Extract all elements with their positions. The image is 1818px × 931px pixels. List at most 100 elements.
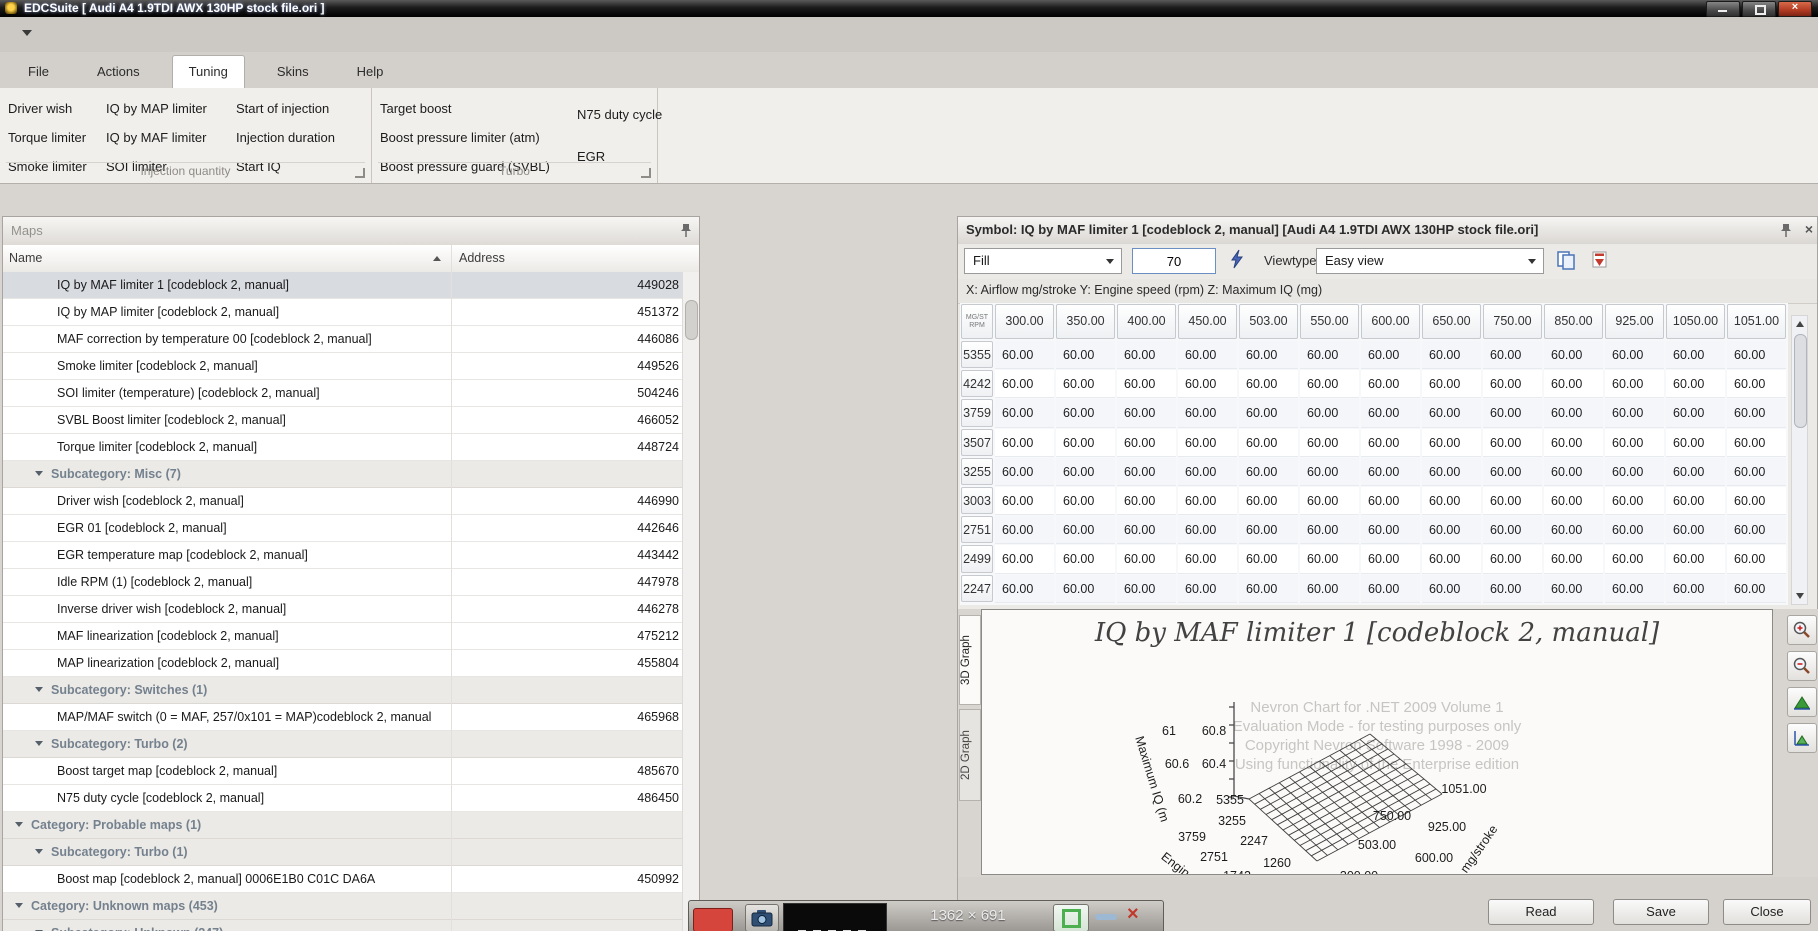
- grid-cell[interactable]: 60.00: [1117, 575, 1176, 603]
- grid-cell[interactable]: 60.00: [1727, 399, 1786, 427]
- grid-cell[interactable]: 60.00: [1239, 487, 1298, 515]
- grid-cell[interactable]: 60.00: [1605, 370, 1664, 398]
- grid-row-header[interactable]: 3759: [961, 399, 993, 426]
- grid-cell[interactable]: 60.00: [1727, 429, 1786, 457]
- expander-icon[interactable]: [35, 471, 43, 476]
- recorder-minimize-button[interactable]: [1095, 914, 1117, 920]
- grid-cell[interactable]: 60.00: [1544, 399, 1603, 427]
- grid-cell[interactable]: 60.00: [1361, 370, 1420, 398]
- record-stop-button[interactable]: [693, 908, 733, 931]
- grid-cell[interactable]: 60.00: [1300, 575, 1359, 603]
- grid-row-header[interactable]: 3255: [961, 458, 993, 485]
- map-row-category-probable-maps-1[interactable]: Category: Probable maps (1): [3, 812, 685, 839]
- grid-col-header[interactable]: 1051.00: [1727, 304, 1786, 339]
- grid-cell[interactable]: 60.00: [1605, 516, 1664, 544]
- grid-row-header[interactable]: 5355: [961, 341, 993, 368]
- grid-cell[interactable]: 60.00: [1300, 341, 1359, 369]
- grid-cell[interactable]: 60.00: [1178, 399, 1237, 427]
- grid-cell[interactable]: 60.00: [1483, 545, 1542, 573]
- grid-cell[interactable]: 60.00: [1056, 487, 1115, 515]
- grid-col-header[interactable]: 450.00: [1178, 304, 1237, 339]
- grid-cell[interactable]: 60.00: [1239, 341, 1298, 369]
- map-row-idle-rpm-1-codeblock-2-manual[interactable]: Idle RPM (1) [codeblock 2, manual]447978: [3, 569, 685, 596]
- grid-cell[interactable]: 60.00: [1361, 458, 1420, 486]
- expander-icon[interactable]: [15, 903, 23, 908]
- map-row-driver-wish-codeblock-2-manual[interactable]: Driver wish [codeblock 2, manual]446990: [3, 488, 685, 515]
- grid-cell[interactable]: 60.00: [1300, 370, 1359, 398]
- maximize-button[interactable]: [1742, 1, 1776, 17]
- grid-cell[interactable]: 60.00: [1361, 487, 1420, 515]
- map-row-n75-duty-cycle-codeblock-2-manual[interactable]: N75 duty cycle [codeblock 2, manual]4864…: [3, 785, 685, 812]
- pin-icon[interactable]: [681, 223, 691, 241]
- grid-cell[interactable]: 60.00: [995, 399, 1054, 427]
- grid-cell[interactable]: 60.00: [1056, 341, 1115, 369]
- recorder-close-button[interactable]: ×: [1127, 903, 1139, 926]
- apply-fill-button[interactable]: [1226, 248, 1252, 274]
- tab-file[interactable]: File: [12, 56, 65, 88]
- grid-cell[interactable]: 60.00: [1239, 429, 1298, 457]
- map-row-subcategory-misc-7[interactable]: Subcategory: Misc (7): [3, 461, 685, 488]
- chart-3d-surface[interactable]: IQ by MAF limiter 1 [codeblock 2, manual…: [981, 609, 1773, 875]
- grid-cell[interactable]: 60.00: [1544, 429, 1603, 457]
- grid-col-header[interactable]: 300.00: [995, 304, 1054, 339]
- map-row-torque-limiter-codeblock-2-manual[interactable]: Torque limiter [codeblock 2, manual]4487…: [3, 434, 685, 461]
- grid-cell[interactable]: 60.00: [995, 516, 1054, 544]
- grid-cell[interactable]: 60.00: [1666, 575, 1725, 603]
- grid-cell[interactable]: 60.00: [1117, 458, 1176, 486]
- grid-cell[interactable]: 60.00: [1727, 458, 1786, 486]
- grid-cell[interactable]: 60.00: [1483, 575, 1542, 603]
- fill-mode-select[interactable]: Fill: [964, 248, 1122, 274]
- ribbon-item-injection-duration[interactable]: Injection duration: [236, 126, 362, 155]
- grid-cell[interactable]: 60.00: [1300, 516, 1359, 544]
- grid-cell[interactable]: 60.00: [1422, 458, 1481, 486]
- grid-cell[interactable]: 60.00: [1666, 516, 1725, 544]
- grid-cell[interactable]: 60.00: [1727, 575, 1786, 603]
- grid-cell[interactable]: 60.00: [1605, 575, 1664, 603]
- grid-cell[interactable]: 60.00: [1178, 370, 1237, 398]
- map-row-smoke-limiter-codeblock-2-manual[interactable]: Smoke limiter [codeblock 2, manual]44952…: [3, 353, 685, 380]
- grid-cell[interactable]: 60.00: [995, 545, 1054, 573]
- map-row-iq-by-maf-limiter-1-codeblock-2-manual[interactable]: IQ by MAF limiter 1 [codeblock 2, manual…: [3, 272, 685, 299]
- grid-cell[interactable]: 60.00: [1422, 399, 1481, 427]
- grid-cell[interactable]: 60.00: [1361, 399, 1420, 427]
- chart-axes-button[interactable]: [1787, 723, 1817, 753]
- grid-cell[interactable]: 60.00: [1178, 458, 1237, 486]
- grid-cell[interactable]: 60.00: [1422, 429, 1481, 457]
- grid-cell[interactable]: 60.00: [1361, 341, 1420, 369]
- column-header-address[interactable]: Address: [459, 245, 505, 272]
- grid-cell[interactable]: 60.00: [1483, 429, 1542, 457]
- grid-cell[interactable]: 60.00: [1178, 487, 1237, 515]
- map-row-category-unknown-maps-453[interactable]: Category: Unknown maps (453): [3, 893, 685, 920]
- grid-cell[interactable]: 60.00: [995, 575, 1054, 603]
- map-row-boost-map-codeblock-2-manual-0006e1b0-c01c-da6a[interactable]: Boost map [codeblock 2, manual] 0006E1B0…: [3, 866, 685, 893]
- grid-cell[interactable]: 60.00: [1056, 545, 1115, 573]
- close-button[interactable]: ×: [1778, 1, 1812, 17]
- grid-cell[interactable]: 60.00: [1422, 370, 1481, 398]
- save-button[interactable]: Save: [1613, 899, 1709, 925]
- grid-cell[interactable]: 60.00: [1361, 575, 1420, 603]
- grid-row-header[interactable]: 3003: [961, 487, 993, 514]
- grid-scrollbar[interactable]: [1791, 315, 1808, 605]
- grid-scrollbar-thumb[interactable]: [1794, 334, 1807, 428]
- grid-cell[interactable]: 60.00: [1117, 516, 1176, 544]
- grid-col-header[interactable]: 550.00: [1300, 304, 1359, 339]
- grid-cell[interactable]: 60.00: [1178, 341, 1237, 369]
- grid-cell[interactable]: 60.00: [1483, 458, 1542, 486]
- grid-cell[interactable]: 60.00: [1544, 370, 1603, 398]
- expander-icon[interactable]: [35, 849, 43, 854]
- map-row-boost-target-map-codeblock-2-manual[interactable]: Boost target map [codeblock 2, manual]48…: [3, 758, 685, 785]
- dialog-launcher-icon[interactable]: [641, 168, 651, 178]
- ribbon-item-n75-duty-cycle[interactable]: N75 duty cycle: [577, 103, 657, 145]
- quick-access-dropdown-icon[interactable]: [22, 30, 32, 36]
- map-row-maf-correction-by-temperature-00-codeblock-2-manual[interactable]: MAF correction by temperature 00 [codebl…: [3, 326, 685, 353]
- grid-col-header[interactable]: 350.00: [1056, 304, 1115, 339]
- grid-cell[interactable]: 60.00: [1666, 487, 1725, 515]
- zoom-out-button[interactable]: [1787, 651, 1817, 681]
- grid-cell[interactable]: 60.00: [1361, 429, 1420, 457]
- pin-icon[interactable]: [1781, 223, 1791, 241]
- grid-cell[interactable]: 60.00: [1483, 399, 1542, 427]
- grid-cell[interactable]: 60.00: [1605, 458, 1664, 486]
- map-row-svbl-boost-limiter-codeblock-2-manual[interactable]: SVBL Boost limiter [codeblock 2, manual]…: [3, 407, 685, 434]
- expander-icon[interactable]: [35, 687, 43, 692]
- grid-row-header[interactable]: 2247: [961, 575, 993, 602]
